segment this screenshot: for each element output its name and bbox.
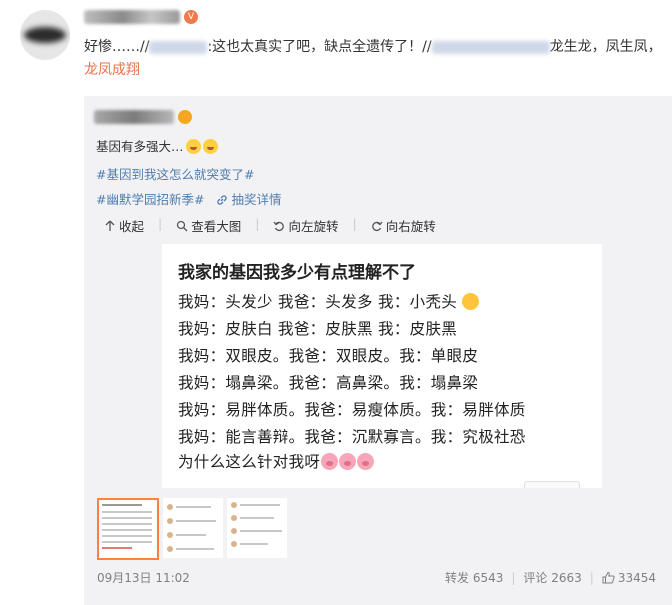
verified-badge-icon: V [184, 10, 198, 24]
image-text-line: 我妈：皮肤白 我爸：皮肤黑 我：皮肤黑 [178, 320, 458, 338]
post-text-suffix: 龙生龙，凤生凤， [549, 39, 662, 55]
rotate-left-icon [273, 221, 285, 231]
rotate-right-icon [371, 221, 383, 231]
original-author[interactable] [94, 110, 192, 124]
image-text-line: 我妈：双眼皮。我爸：双眼皮。我：单眼皮 [178, 347, 479, 365]
thumbs-up-icon[interactable] [602, 571, 615, 584]
pig-emoji-icon [357, 453, 375, 470]
post-text: 好惨……// :这也太真实了吧，缺点全遗传了！// 龙生龙，凤生凤， 龙凤成翔 [84, 36, 664, 82]
comment-count-button[interactable]: 评论 2663 [523, 569, 581, 586]
laugh-cry-emoji-icon [185, 139, 201, 154]
laugh-cry-emoji-icon [202, 139, 218, 154]
rotate-left-button[interactable]: 向左旋转 [273, 216, 338, 235]
sad-face-emoji-icon [462, 293, 480, 310]
reposted-weibo: 基因有多强大… #基因到我这怎么就突变了# #幽默学园招新季# 抽奖详情 收起 … [84, 96, 672, 605]
image-text-line: 我妈：头发少 我爸：头发多 我：小秃头 [178, 290, 480, 312]
image-nav-button[interactable] [524, 481, 580, 488]
repost-text: 基因有多强大… [96, 136, 218, 155]
username[interactable]: V [84, 8, 198, 26]
thumbnail-1[interactable] [97, 498, 159, 560]
view-large-button[interactable]: 查看大图 [176, 216, 241, 235]
rotate-left-label: 向左旋转 [288, 219, 339, 234]
link-icon [217, 195, 228, 205]
like-count[interactable]: 33454 [618, 571, 656, 585]
view-large-label: 查看大图 [191, 219, 242, 234]
collapse-label: 收起 [119, 219, 145, 234]
arrow-up-icon [105, 220, 115, 231]
repost-text-content: 基因有多强大… [96, 139, 184, 154]
image-text-line: 我妈：易胖体质。我爸：易瘦体质。我：易胖体质 [178, 401, 526, 419]
image-text-line: 我妈：能言善辩。我爸：沉默寡言。我：究极社恐 [178, 428, 526, 446]
lottery-label: 抽奖详情 [231, 192, 282, 207]
hashtag-link[interactable]: #基因到我这怎么就突变了# [96, 164, 254, 183]
rotate-right-button[interactable]: 向右旋转 [371, 216, 436, 235]
pig-emoji-icon [321, 453, 339, 470]
hashtag-row: #幽默学园招新季# 抽奖详情 [96, 189, 281, 208]
image-title: 我家的基因我多少有点理解不了 [178, 263, 416, 283]
redacted-mention [149, 40, 208, 54]
image-text-line: 为什么这么针对我呀 [178, 450, 375, 472]
rotate-right-label: 向右旋转 [385, 219, 436, 234]
post-text-mid: :这也太真实了吧，缺点全遗传了！// [207, 39, 432, 55]
blurred-username [84, 10, 180, 24]
blurred-original-author [94, 110, 174, 124]
post-text-prefix: 好惨……// [84, 39, 150, 55]
user-avatar[interactable] [20, 10, 70, 60]
verified-badge-icon [178, 110, 192, 124]
post-timestamp[interactable]: 09月13日 11:02 [97, 569, 190, 586]
image-toolbar: 收起 | 查看大图 | 向左旋转 | 向右旋转 [104, 216, 450, 235]
collapse-button[interactable]: 收起 [104, 216, 144, 235]
hashtag-link[interactable]: #幽默学园招新季# [96, 192, 204, 207]
expanded-image[interactable]: 我家的基因我多少有点理解不了 我妈：头发少 我爸：头发多 我：小秃头 我妈：皮肤… [162, 244, 602, 488]
thumbnail-2[interactable] [163, 498, 223, 558]
thumbnail-3[interactable] [227, 498, 287, 558]
pig-emoji-icon [339, 453, 357, 470]
repost-count-button[interactable]: 转发 6543 [445, 569, 503, 586]
highlight-link[interactable]: 龙凤成翔 [84, 62, 140, 78]
image-thumbnails [97, 498, 291, 560]
redacted-mention [431, 40, 550, 54]
post-stats: 转发 6543 | 评论 2663 | 33454 [445, 569, 656, 586]
lottery-link[interactable]: 抽奖详情 [216, 192, 281, 207]
image-text-line: 我妈：塌鼻梁。我爸：高鼻梁。我：塌鼻梁 [178, 374, 479, 392]
search-icon [177, 220, 188, 231]
